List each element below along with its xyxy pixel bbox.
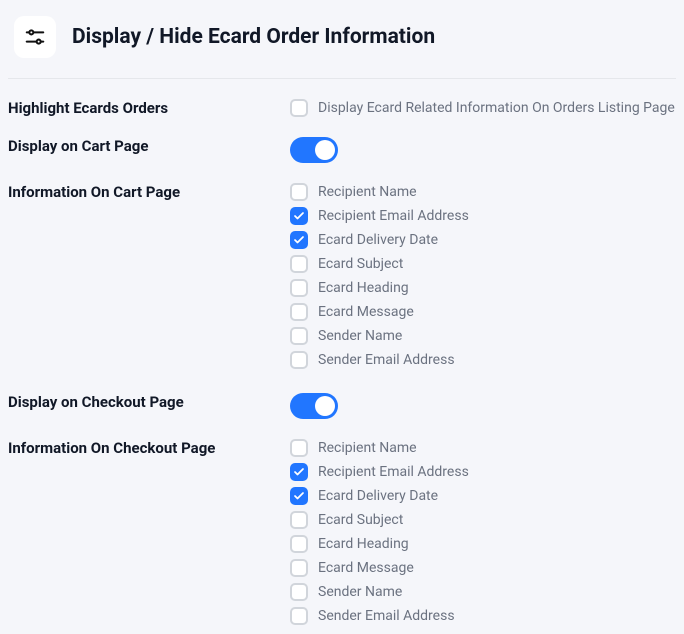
settings-icon-box	[14, 16, 56, 58]
checkbox-label: Recipient Name	[318, 440, 417, 456]
checkbox-option: Ecard Delivery Date	[290, 231, 676, 249]
label-highlight: Highlight Ecards Orders	[8, 99, 290, 117]
checkbox-label: Ecard Subject	[318, 512, 403, 528]
checkbox-option: Sender Name	[290, 327, 676, 345]
checkbox-option: Recipient Email Address	[290, 463, 676, 481]
checkbox-label: Ecard Delivery Date	[318, 232, 438, 248]
option-highlight-display: Display Ecard Related Information On Ord…	[290, 99, 676, 117]
options-info-cart: Recipient Name Recipient Email Address Eca…	[290, 183, 676, 369]
checkbox[interactable]	[290, 487, 308, 505]
checkbox-option: Ecard Subject	[290, 511, 676, 529]
checkbox-label: Recipient Name	[318, 184, 417, 200]
toggle-display-checkout[interactable]	[290, 393, 338, 419]
checkbox[interactable]	[290, 607, 308, 625]
checkbox-label: Ecard Heading	[318, 536, 409, 552]
section-header: Display / Hide Ecard Order Information	[8, 16, 676, 79]
checkbox-option: Recipient Name	[290, 439, 676, 457]
checkbox-option: Ecard Delivery Date	[290, 487, 676, 505]
row-display-checkout: Display on Checkout Page	[8, 393, 676, 419]
checkbox[interactable]	[290, 559, 308, 577]
sliders-icon	[24, 26, 46, 48]
checkbox-option: Sender Name	[290, 583, 676, 601]
row-info-checkout: Information On Checkout Page Recipient N…	[8, 439, 676, 625]
checkbox-option: Ecard Heading	[290, 279, 676, 297]
checkbox-label: Ecard Heading	[318, 280, 409, 296]
checkbox[interactable]	[290, 583, 308, 601]
checkbox[interactable]	[290, 303, 308, 321]
checkbox[interactable]	[290, 535, 308, 553]
checkbox-label: Sender Email Address	[318, 352, 455, 368]
checkbox-label: Sender Name	[318, 328, 402, 344]
toggle-display-cart[interactable]	[290, 137, 338, 163]
checkbox-label: Ecard Delivery Date	[318, 488, 438, 504]
checkbox-label: Sender Name	[318, 584, 402, 600]
checkbox-option: Ecard Message	[290, 303, 676, 321]
checkbox[interactable]	[290, 351, 308, 369]
checkbox-option: Recipient Email Address	[290, 207, 676, 225]
checkbox-label: Recipient Email Address	[318, 464, 469, 480]
checkbox-label: Ecard Subject	[318, 256, 403, 272]
checkbox-label: Sender Email Address	[318, 608, 455, 624]
label-info-checkout: Information On Checkout Page	[8, 439, 290, 457]
row-display-cart: Display on Cart Page	[8, 137, 676, 163]
checkbox-label: Ecard Message	[318, 304, 414, 320]
checkbox-option: Sender Email Address	[290, 607, 676, 625]
checkbox-option: Sender Email Address	[290, 351, 676, 369]
checkbox[interactable]	[290, 255, 308, 273]
label-display-checkout: Display on Checkout Page	[8, 393, 290, 411]
label-display-cart: Display on Cart Page	[8, 137, 290, 155]
checkbox[interactable]	[290, 327, 308, 345]
checkbox[interactable]	[290, 439, 308, 457]
section-title: Display / Hide Ecard Order Information	[72, 25, 435, 49]
checkbox[interactable]	[290, 183, 308, 201]
checkbox-option: Ecard Subject	[290, 255, 676, 273]
checkbox-option: Ecard Message	[290, 559, 676, 577]
checkbox-label: Ecard Message	[318, 560, 414, 576]
checkbox-label: Recipient Email Address	[318, 208, 469, 224]
checkbox-option: Ecard Heading	[290, 535, 676, 553]
checkbox[interactable]	[290, 231, 308, 249]
checkbox[interactable]	[290, 279, 308, 297]
checkbox[interactable]	[290, 463, 308, 481]
label-info-cart: Information On Cart Page	[8, 183, 290, 201]
row-highlight: Highlight Ecards Orders Display Ecard Re…	[8, 99, 676, 117]
checkbox[interactable]	[290, 207, 308, 225]
checkbox-highlight-display[interactable]	[290, 99, 308, 117]
checkbox[interactable]	[290, 511, 308, 529]
checkbox-option: Recipient Name	[290, 183, 676, 201]
checkbox-label-highlight: Display Ecard Related Information On Ord…	[318, 100, 675, 116]
options-info-checkout: Recipient Name Recipient Email Address Eca…	[290, 439, 676, 625]
row-info-cart: Information On Cart Page Recipient NameR…	[8, 183, 676, 369]
